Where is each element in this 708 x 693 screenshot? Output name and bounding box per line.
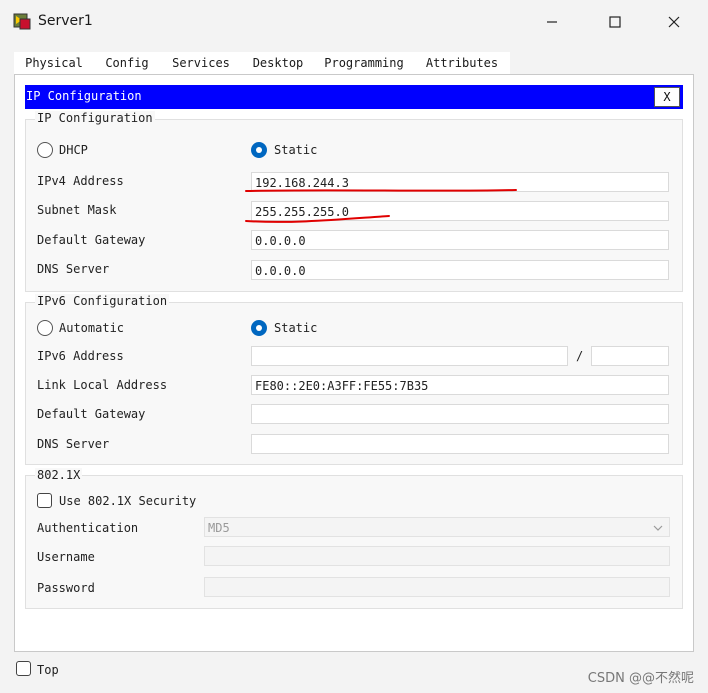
- ipv4-gateway-field[interactable]: 0.0.0.0: [251, 230, 669, 250]
- chevron-down-icon: [653, 525, 663, 531]
- watermark: CSDN @@不然呢: [587, 671, 694, 686]
- minimize-button[interactable]: [540, 10, 564, 34]
- link-local-field[interactable]: FE80::2E0:A3FF:FE55:7B35: [251, 375, 669, 395]
- ipv6-static-radio[interactable]: [251, 320, 267, 336]
- ipv6-legend: IPv6 Configuration: [35, 294, 170, 308]
- authentication-label: Authentication: [37, 521, 139, 535]
- tab-desktop[interactable]: Desktop: [242, 52, 314, 76]
- username-label: Username: [37, 550, 95, 564]
- ipv6-address-field[interactable]: [251, 346, 568, 366]
- password-label: Password: [37, 581, 95, 595]
- maximize-icon: [609, 16, 621, 28]
- ipv6-automatic-label: Automatic: [59, 321, 125, 335]
- dialog-title: IP Configuration: [26, 89, 142, 103]
- ipv4-static-label: Static: [274, 143, 318, 157]
- dialog-close-button[interactable]: X: [654, 87, 680, 107]
- top-label: Top: [37, 663, 59, 677]
- authentication-value: MD5: [208, 521, 230, 535]
- annotation-underline: [245, 215, 390, 223]
- maximize-button[interactable]: [603, 10, 627, 34]
- app-icon: [12, 11, 34, 33]
- subnet-mask-label: Subnet Mask: [37, 203, 117, 217]
- ipv6-automatic-radio[interactable]: [37, 320, 53, 336]
- close-icon: [668, 16, 680, 28]
- tab-config[interactable]: Config: [94, 52, 160, 74]
- prefix-separator: /: [576, 349, 584, 363]
- top-checkbox[interactable]: [16, 661, 31, 676]
- use-8021x-label: Use 802.1X Security: [59, 494, 197, 508]
- tab-bar: Physical Config Services Desktop Program…: [14, 52, 510, 76]
- ipv6-address-label: IPv6 Address: [37, 349, 124, 363]
- ipv6-gateway-field[interactable]: [251, 404, 669, 424]
- dot1x-legend: 802.1X: [35, 468, 83, 482]
- tab-services[interactable]: Services: [160, 52, 242, 74]
- ipv6-gateway-label: Default Gateway: [37, 407, 146, 421]
- ipv4-static-radio[interactable]: [251, 142, 267, 158]
- ipv6-dns-label: DNS Server: [37, 437, 110, 451]
- ipv6-dns-field[interactable]: [251, 434, 669, 454]
- close-window-button[interactable]: [662, 10, 686, 34]
- ipv4-address-label: IPv4 Address: [37, 174, 124, 188]
- tab-programming[interactable]: Programming: [314, 52, 414, 74]
- ipv4-gateway-label: Default Gateway: [37, 233, 146, 247]
- dhcp-radio[interactable]: [37, 142, 53, 158]
- title-bar: Server1: [0, 0, 708, 44]
- ipv6-prefix-field[interactable]: [591, 346, 669, 366]
- window-title: Server1: [38, 13, 93, 29]
- use-8021x-checkbox[interactable]: [37, 493, 52, 508]
- dialog-header: IP Configuration X: [25, 85, 683, 109]
- ipv4-dns-field[interactable]: 0.0.0.0: [251, 260, 669, 280]
- tab-physical[interactable]: Physical: [14, 52, 94, 74]
- authentication-select[interactable]: MD5: [204, 517, 670, 537]
- username-field[interactable]: [204, 546, 670, 566]
- link-local-label: Link Local Address: [37, 378, 168, 392]
- ipv4-legend: IP Configuration: [35, 111, 155, 125]
- password-field[interactable]: [204, 577, 670, 597]
- minimize-icon: [547, 21, 557, 23]
- ipv6-static-label: Static: [274, 321, 318, 335]
- dhcp-label: DHCP: [59, 143, 88, 157]
- tab-attributes[interactable]: Attributes: [414, 52, 510, 74]
- annotation-underline: [245, 189, 517, 192]
- ipv4-dns-label: DNS Server: [37, 262, 110, 276]
